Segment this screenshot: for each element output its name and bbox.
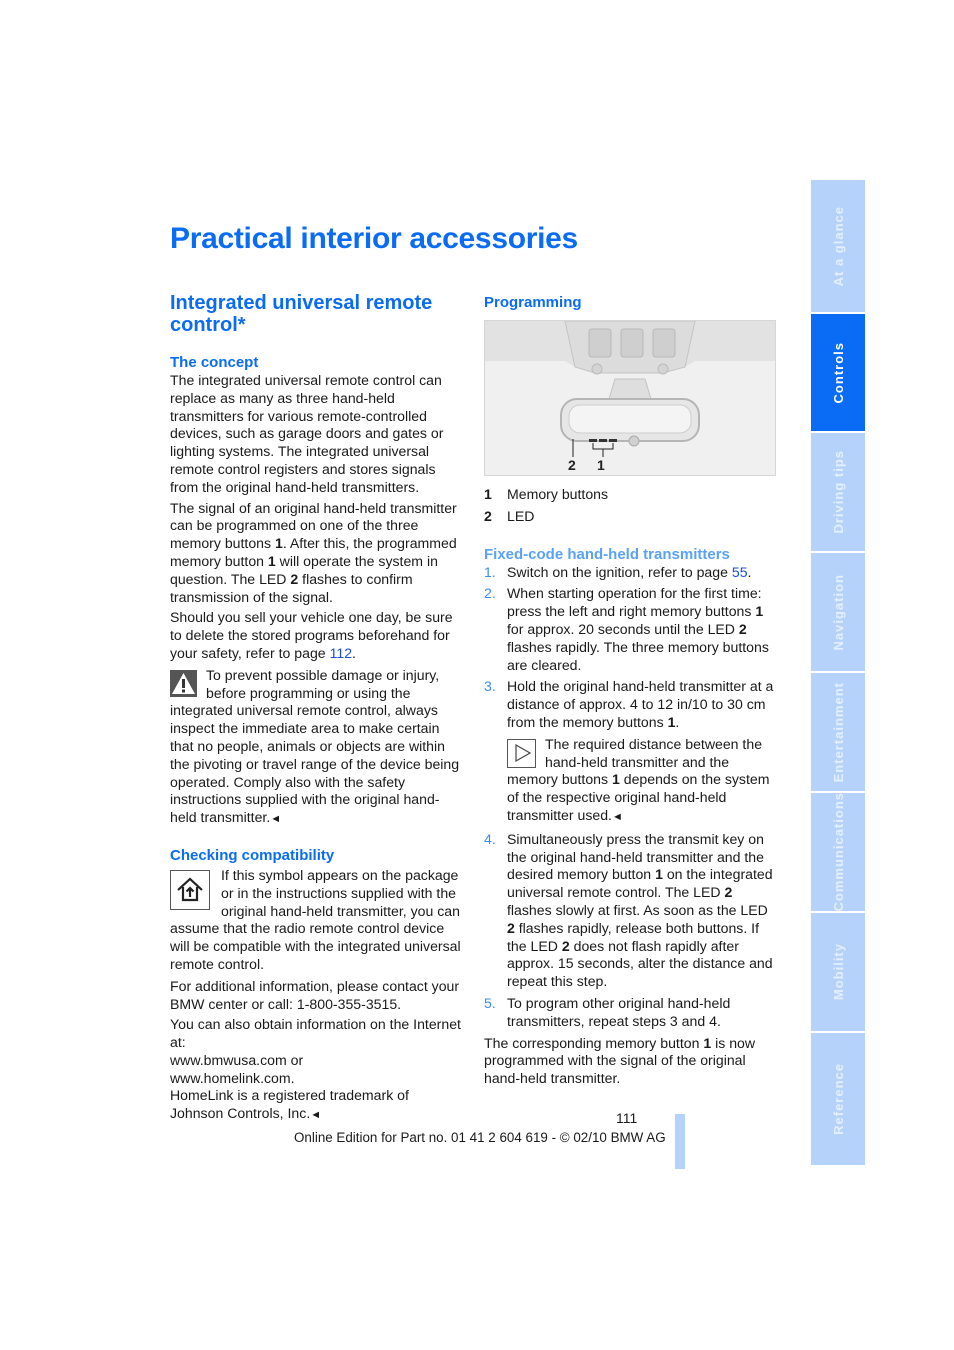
page-link-112[interactable]: 112 xyxy=(330,645,352,661)
step-item: 1. Switch on the ignition, refer to page… xyxy=(484,563,752,580)
programming-heading: Programming xyxy=(484,294,582,311)
tab-driving-tips[interactable]: Driving tips xyxy=(811,433,865,551)
note-text: The required distance between the hand-h… xyxy=(507,735,770,823)
figure-label-1: 1 xyxy=(597,457,605,473)
concept-paragraph-1: The integrated universal remote control … xyxy=(170,372,444,495)
concept-paragraph-2: The signal of an original hand-held tran… xyxy=(170,499,457,605)
step-item: 2. When starting operation for the first… xyxy=(484,585,769,673)
compatibility-block: If this symbol appears on the package or… xyxy=(170,867,462,974)
compatibility-heading: Checking compatibility xyxy=(170,846,335,864)
tab-controls[interactable]: Controls xyxy=(811,314,865,431)
concept-heading: The concept xyxy=(170,354,259,371)
rearview-mirror-figure: 2 1 xyxy=(484,320,776,476)
legend-item: 2 LED xyxy=(484,507,535,524)
tab-navigation[interactable]: Navigation xyxy=(811,553,865,671)
legend-item: 1 Memory buttons xyxy=(484,486,609,502)
footer-accent-bar xyxy=(675,1114,685,1169)
page-link-55[interactable]: 55 xyxy=(732,564,748,580)
figure-label-2: 2 xyxy=(568,457,576,473)
mirror-illustration: 2 1 xyxy=(485,321,775,475)
step-item: 3. Hold the original hand-held transmitt… xyxy=(484,678,774,730)
compatibility-paragraph-2: For additional information, please conta… xyxy=(170,977,460,1012)
warning-triangle-icon xyxy=(170,669,197,697)
tab-reference[interactable]: Reference xyxy=(811,1033,865,1165)
homelink-house-icon xyxy=(170,869,210,910)
page-number: 111 xyxy=(616,1110,638,1126)
note-arrow-icon xyxy=(507,738,536,768)
concept-paragraph-3: Should you sell your vehicle one day, be… xyxy=(170,609,453,661)
trademark-note: HomeLink is a registered trademark of Jo… xyxy=(170,1087,409,1122)
edition-footer: Online Edition for Part no. 01 41 2 604 … xyxy=(294,1130,666,1145)
page-title: Practical interior accessories xyxy=(170,222,578,255)
warning-text: To prevent possible damage or injury, be… xyxy=(170,666,460,826)
end-mark-icon: ◄ xyxy=(270,813,282,826)
note-item: The required distance between the hand-h… xyxy=(484,736,776,827)
step-item: 5. To program other original hand-held t… xyxy=(484,994,731,1029)
tab-mobility[interactable]: Mobility xyxy=(811,913,865,1031)
chapter-tabs: At a glance Controls Driving tips Naviga… xyxy=(811,180,865,1167)
url-homelink: www.homelink.com. xyxy=(170,1069,295,1086)
tab-entertainment[interactable]: Entertainment xyxy=(811,673,865,791)
fixed-code-heading: Fixed-code hand-held transmitters xyxy=(484,545,730,563)
closing-paragraph: The corresponding memory button 1 is now… xyxy=(484,1034,756,1087)
warning-block: To prevent possible damage or injury, be… xyxy=(170,667,462,829)
programming-steps: 1. Switch on the ignition, refer to page… xyxy=(484,564,776,1031)
compatibility-paragraph-1: If this symbol appears on the package or… xyxy=(170,866,461,972)
left-column: Integrated universal remote control* The… xyxy=(170,290,462,1125)
right-column: Programming 2 1 1 Memory buttons 2 LED F… xyxy=(484,290,776,1091)
step-item: 4. Simultaneously press the transmit key… xyxy=(484,830,773,990)
section-title: Integrated universal remote control* xyxy=(170,292,433,336)
end-mark-icon: ◄ xyxy=(310,1109,322,1122)
end-mark-icon: ◄ xyxy=(611,810,623,823)
tab-communications[interactable]: Communications xyxy=(811,792,865,912)
url-bmwusa: www.bmwusa.com or xyxy=(170,1051,304,1068)
tab-at-a-glance[interactable]: At a glance xyxy=(811,180,865,312)
compatibility-paragraph-3: You can also obtain information on the I… xyxy=(170,1016,461,1051)
